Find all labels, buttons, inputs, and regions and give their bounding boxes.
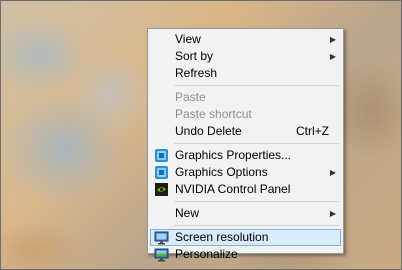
nvidia-icon: [154, 182, 169, 197]
menu-item-refresh[interactable]: Refresh: [150, 65, 341, 82]
menu-item-label: Personalize: [175, 247, 238, 261]
menu-item-paste[interactable]: Paste: [150, 89, 341, 106]
menu-item-screen-resolution[interactable]: Screen resolution: [150, 229, 341, 246]
menu-item-undo-delete[interactable]: Undo Delete Ctrl+Z: [150, 123, 341, 140]
menu-item-graphics-properties[interactable]: Graphics Properties...: [150, 147, 341, 164]
submenu-arrow-icon: ▶: [329, 209, 336, 218]
menu-separator: [174, 201, 339, 202]
menu-item-label: Sort by: [175, 49, 214, 63]
menu-item-label: Refresh: [175, 66, 218, 80]
submenu-arrow-icon: ▶: [329, 52, 336, 61]
personalize-icon: [154, 247, 169, 262]
menu-item-label: NVIDIA Control Panel: [175, 182, 291, 196]
menu-item-label: Paste: [175, 90, 206, 104]
menu-item-view[interactable]: View ▶: [150, 31, 341, 48]
menu-item-label: Paste shortcut: [175, 107, 252, 121]
intel-graphics-icon: [154, 148, 169, 163]
monitor-icon: [154, 230, 169, 245]
menu-item-shortcut: Ctrl+Z: [296, 124, 329, 138]
menu-item-label: New: [175, 206, 200, 220]
desktop-context-menu: View ▶ Sort by ▶ Refresh Paste Paste sho…: [147, 28, 344, 262]
menu-item-label: Graphics Options: [175, 165, 268, 179]
menu-item-label: Screen resolution: [175, 230, 269, 244]
menu-separator: [174, 85, 339, 86]
submenu-arrow-icon: ▶: [329, 35, 336, 44]
menu-item-sort-by[interactable]: Sort by ▶: [150, 48, 341, 65]
menu-item-paste-shortcut[interactable]: Paste shortcut: [150, 106, 341, 123]
menu-item-label: Graphics Properties...: [175, 148, 292, 162]
menu-item-nvidia-control-panel[interactable]: NVIDIA Control Panel: [150, 181, 341, 198]
menu-item-new[interactable]: New ▶: [150, 205, 341, 222]
menu-item-label: Undo Delete: [175, 124, 242, 138]
submenu-arrow-icon: ▶: [329, 168, 336, 177]
menu-separator: [174, 225, 339, 226]
intel-graphics-icon: [154, 165, 169, 180]
menu-item-label: View: [175, 32, 201, 46]
menu-separator: [174, 143, 339, 144]
menu-item-graphics-options[interactable]: Graphics Options ▶: [150, 164, 341, 181]
menu-item-personalize[interactable]: Personalize: [150, 246, 341, 263]
